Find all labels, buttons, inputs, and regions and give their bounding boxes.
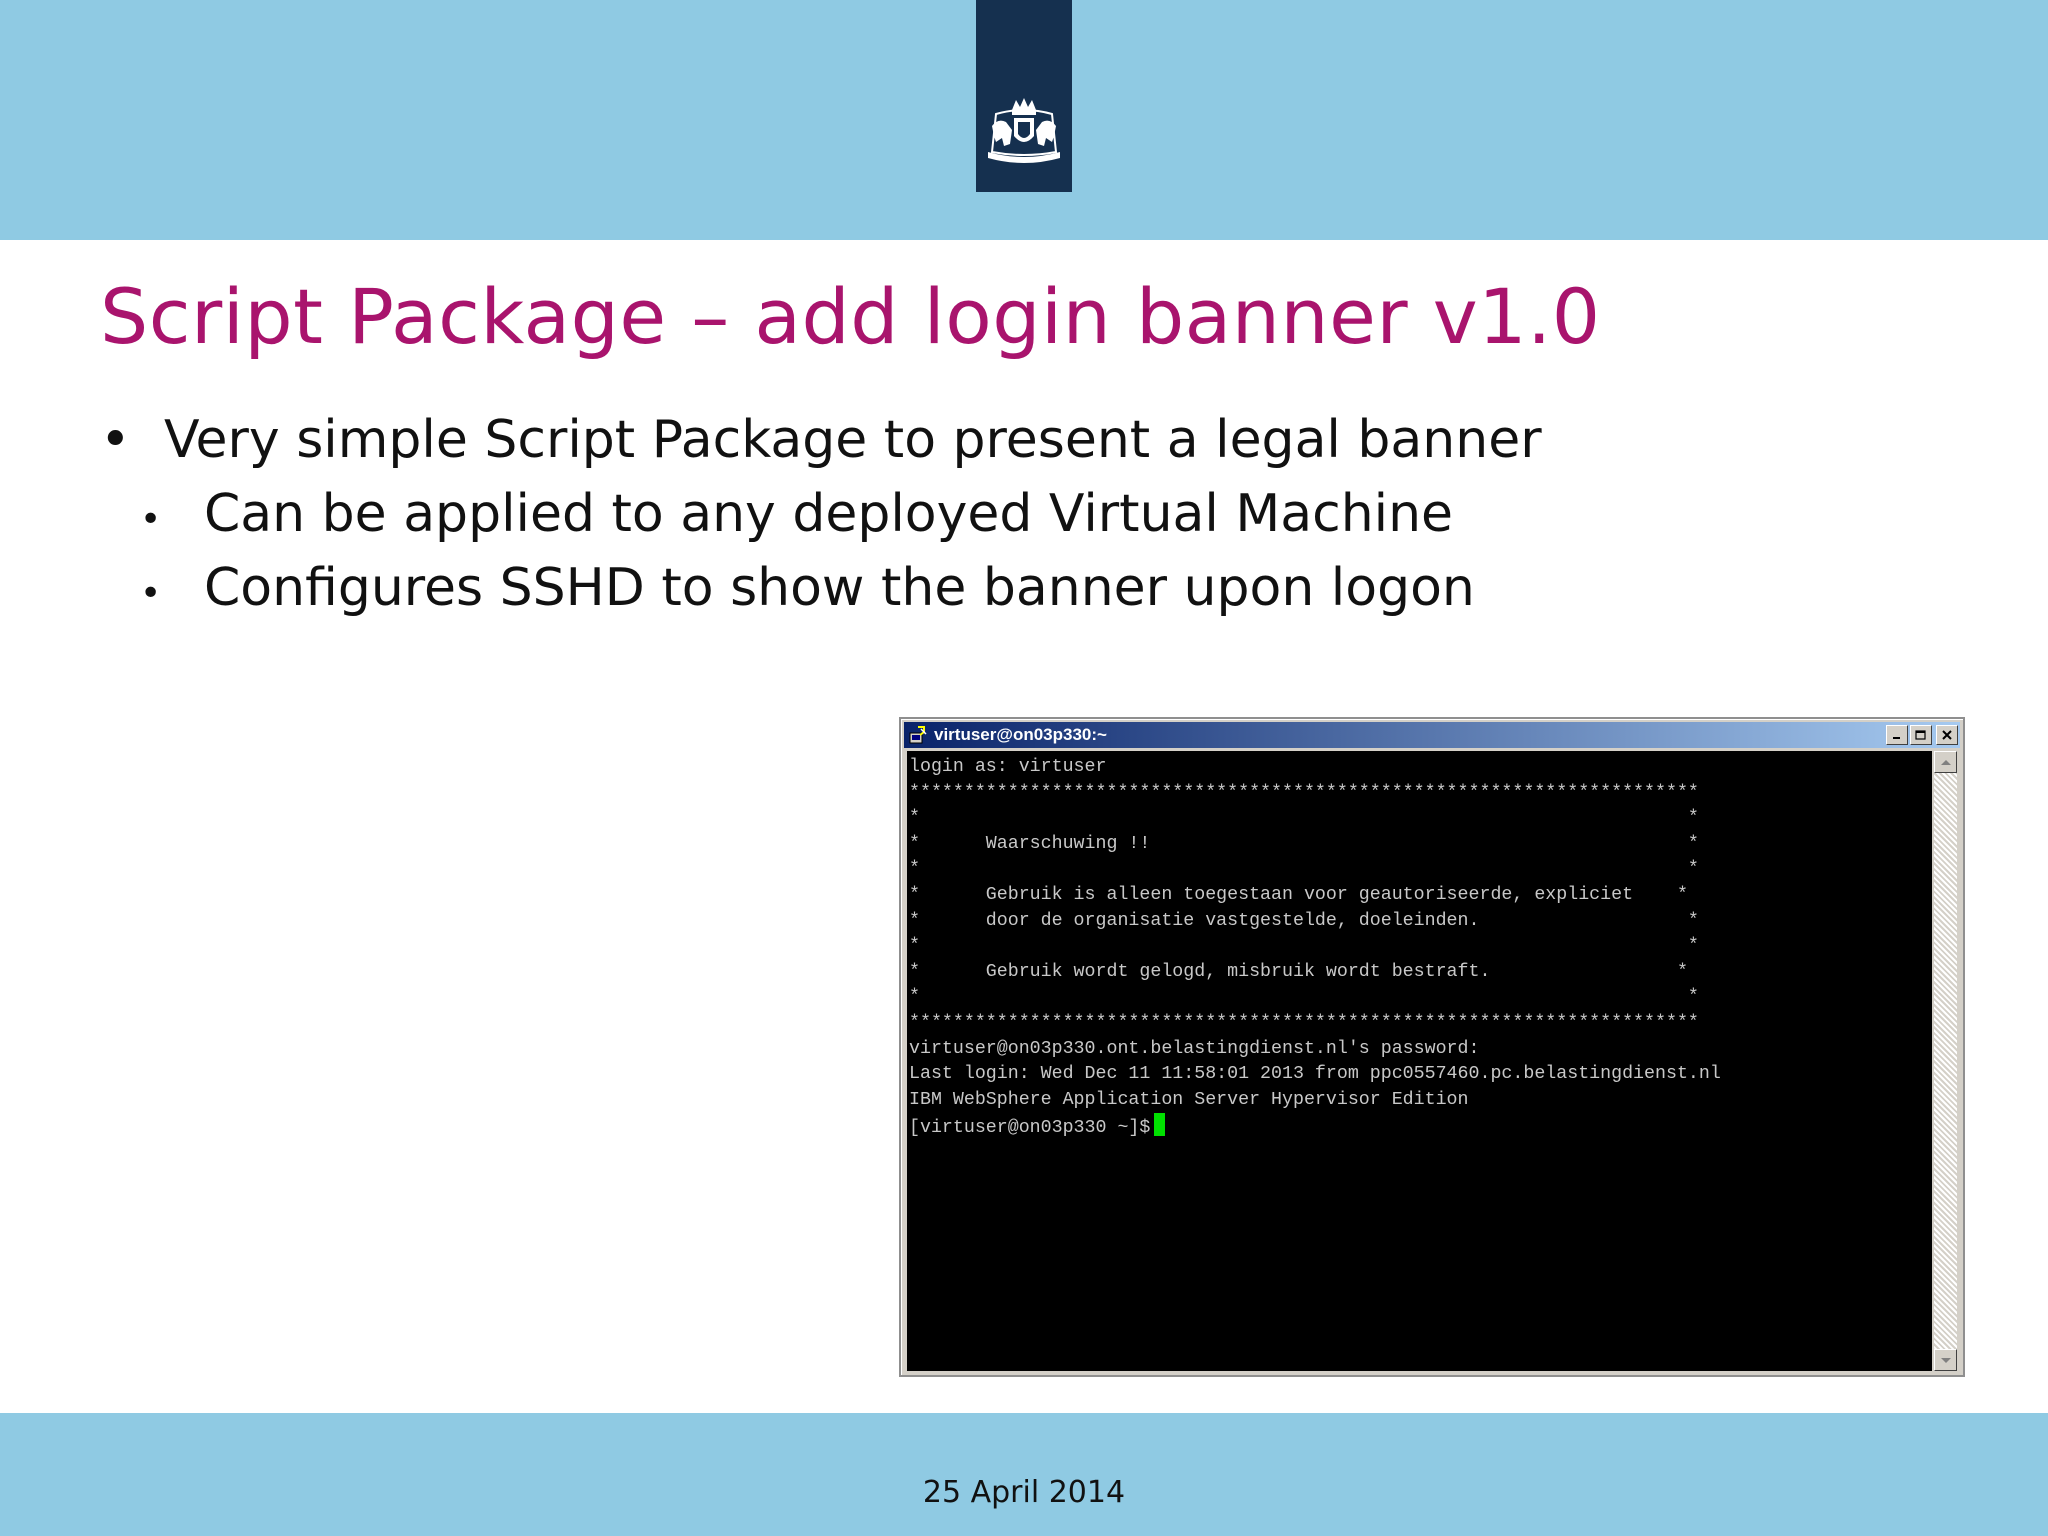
window-buttons <box>1886 725 1958 745</box>
terminal-line: * door de organisatie vastgestelde, doel… <box>909 910 1699 931</box>
terminal-output: login as: virtuser *********************… <box>907 751 1932 1142</box>
terminal-line: IBM WebSphere Application Server Hypervi… <box>909 1089 1469 1110</box>
terminal-cursor <box>1154 1113 1166 1137</box>
terminal-screen[interactable]: login as: virtuser *********************… <box>907 751 1932 1371</box>
terminal-line: Last login: Wed Dec 11 11:58:01 2013 fro… <box>909 1064 1721 1085</box>
bullet-dot: • <box>140 573 162 614</box>
terminal-prompt: [virtuser@on03p330 ~]$ <box>909 1118 1151 1139</box>
terminal-line: * Gebruik wordt gelogd, misbruik wordt b… <box>909 961 1688 982</box>
bullet-dot: • <box>140 499 162 540</box>
maximize-button[interactable] <box>1910 725 1932 745</box>
royal-coat-of-arms-icon <box>988 98 1060 163</box>
scroll-down-button[interactable] <box>1934 1349 1957 1371</box>
terminal-line: virtuser@on03p330.ont.belastingdienst.nl… <box>909 1038 1480 1059</box>
putty-icon <box>909 726 927 744</box>
terminal-window[interactable]: virtuser@on03p330:~ login as: virtuser *… <box>899 717 1965 1377</box>
terminal-titlebar[interactable]: virtuser@on03p330:~ <box>904 722 1960 748</box>
scroll-up-button[interactable] <box>1934 751 1957 773</box>
terminal-title: virtuser@on03p330:~ <box>934 725 1107 744</box>
terminal-line: * * <box>909 987 1699 1008</box>
bullet-dot: • <box>100 410 131 470</box>
terminal-line: * Waarschuwing !! * <box>909 833 1699 854</box>
terminal-line: * * <box>909 936 1699 957</box>
bullet-text: Can be applied to any deployed Virtual M… <box>204 484 1454 544</box>
terminal-line: login as: virtuser <box>909 757 1107 777</box>
terminal-line: * * <box>909 859 1699 880</box>
arrow-down-icon <box>1940 1357 1951 1363</box>
vertical-scrollbar[interactable] <box>1934 751 1957 1371</box>
footer-date: 25 April 2014 <box>922 1475 1126 1510</box>
terminal-line: * Gebruik is alleen toegestaan voor geau… <box>909 884 1688 905</box>
close-icon <box>1942 730 1952 740</box>
terminal-line: ****************************************… <box>909 782 1699 803</box>
bullet-text: Configures SSHD to show the banner upon … <box>204 558 1475 618</box>
slide-title: Script Package – add login banner v1.0 <box>100 272 1601 361</box>
terminal-line: * * <box>909 808 1699 829</box>
maximize-icon <box>1915 729 1926 740</box>
minimize-button[interactable] <box>1886 725 1908 745</box>
close-button[interactable] <box>1936 725 1958 745</box>
minimize-icon <box>1893 737 1900 739</box>
bullet-text: Very simple Script Package to present a … <box>164 410 1542 470</box>
logo-ribbon <box>976 0 1072 192</box>
arrow-up-icon <box>1940 759 1951 765</box>
terminal-line: ****************************************… <box>909 1012 1699 1033</box>
